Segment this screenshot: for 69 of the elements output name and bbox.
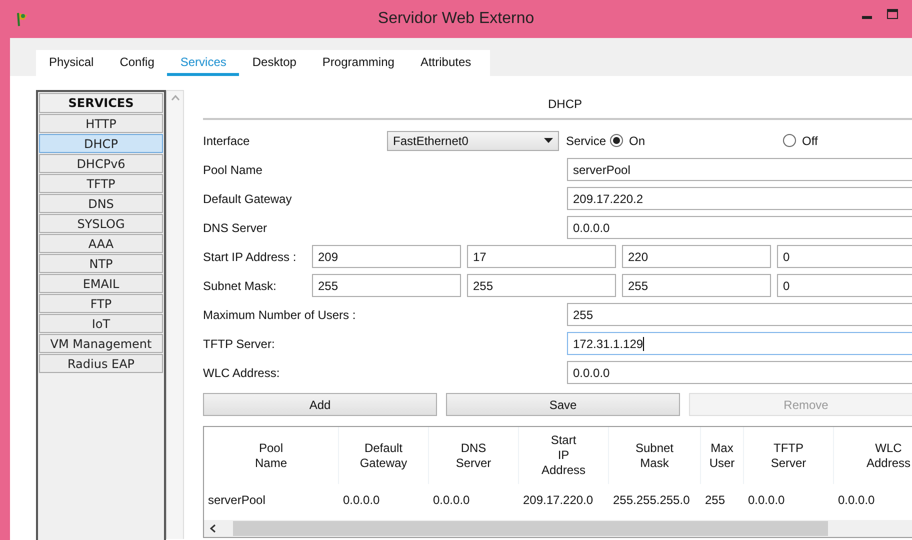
maximize-icon[interactable]	[887, 9, 898, 19]
field-label: WLC Address:	[203, 366, 280, 380]
column-header: WLC Address	[834, 427, 912, 484]
input-field[interactable]: 255	[567, 303, 912, 326]
caret-icon	[544, 138, 553, 143]
table-cell: 0.0.0.0	[433, 493, 470, 507]
column-header: DNS Server	[429, 427, 519, 484]
column-header: Subnet Mask	[609, 427, 701, 484]
octet-field[interactable]: 255	[622, 274, 771, 297]
field-label: Start IP Address :	[203, 250, 296, 264]
input-field[interactable]: serverPool	[567, 158, 912, 181]
app-icon	[14, 11, 30, 27]
table-cell: 0.0.0.0	[838, 493, 875, 507]
field-label: TFTP Server:	[203, 336, 275, 350]
panel-title: DHCP	[548, 97, 582, 111]
octet-field[interactable]: 0	[777, 245, 912, 268]
field-label: Service	[566, 134, 606, 148]
octet-field[interactable]: 220	[622, 245, 771, 268]
input-field[interactable]: 0.0.0.0	[567, 216, 912, 239]
service-item[interactable]: TFTP	[39, 174, 163, 193]
window-title: Servidor Web Externo	[378, 10, 534, 28]
table-cell: 0.0.0.0	[748, 493, 785, 507]
field-label: Interface	[203, 134, 250, 148]
table-cell: 255.255.255.0	[613, 493, 690, 507]
column-header: Max User	[701, 427, 744, 484]
octet-field[interactable]: 0	[777, 274, 912, 297]
table-cell: 255	[705, 493, 726, 507]
input-field[interactable]: 172.31.1.129	[567, 332, 912, 355]
service-item[interactable]: DHCP	[39, 134, 163, 153]
table-cell: 0.0.0.0	[343, 493, 380, 507]
column-header: Default Gateway	[339, 427, 429, 484]
octet-field[interactable]: 255	[467, 274, 616, 297]
octet-field[interactable]: 255	[312, 274, 461, 297]
services-heading: SERVICES	[39, 93, 163, 113]
horizontal-scrollbar[interactable]	[204, 520, 912, 537]
service-item[interactable]: SYSLOG	[39, 214, 163, 233]
action-button[interactable]: Add	[203, 393, 437, 416]
field-label: Pool Name	[203, 162, 262, 176]
radio-label: On	[629, 134, 646, 148]
service-item[interactable]: AAA	[39, 234, 163, 253]
scroll-left-icon[interactable]	[210, 524, 216, 533]
radio-button[interactable]	[783, 134, 796, 147]
table-cell: serverPool	[208, 493, 266, 507]
octet-field[interactable]: 209	[312, 245, 461, 268]
service-item[interactable]: DNS	[39, 194, 163, 213]
column-header: Start IP Address	[519, 427, 609, 484]
action-button[interactable]: Save	[446, 393, 680, 416]
service-item[interactable]: HTTP	[39, 114, 163, 133]
service-item[interactable]: VM Management	[39, 334, 163, 353]
scrollbar[interactable]	[166, 90, 184, 539]
service-item[interactable]: Radius EAP	[39, 354, 163, 373]
input-field[interactable]: 0.0.0.0	[567, 361, 912, 384]
service-item[interactable]: EMAIL	[39, 274, 163, 293]
field-label: DNS Server	[203, 220, 268, 234]
column-header: TFTP Server	[744, 427, 834, 484]
octet-field[interactable]: 17	[467, 245, 616, 268]
table-cell: 209.17.220.0	[523, 493, 594, 507]
service-item[interactable]: IoT	[39, 314, 163, 333]
service-item[interactable]: NTP	[39, 254, 163, 273]
radio-button[interactable]	[610, 134, 624, 147]
field-label: Subnet Mask:	[203, 278, 276, 292]
radio-label: Off	[802, 134, 818, 148]
service-item[interactable]: FTP	[39, 294, 163, 313]
service-item[interactable]: DHCPv6	[39, 154, 163, 173]
interface-dropdown[interactable]: FastEthernet0	[387, 130, 559, 150]
column-header: Pool Name	[204, 427, 339, 484]
field-label: Default Gateway	[203, 192, 292, 206]
input-field[interactable]: 209.17.220.2	[567, 187, 912, 210]
field-label: Maximum Number of Users :	[203, 308, 356, 322]
